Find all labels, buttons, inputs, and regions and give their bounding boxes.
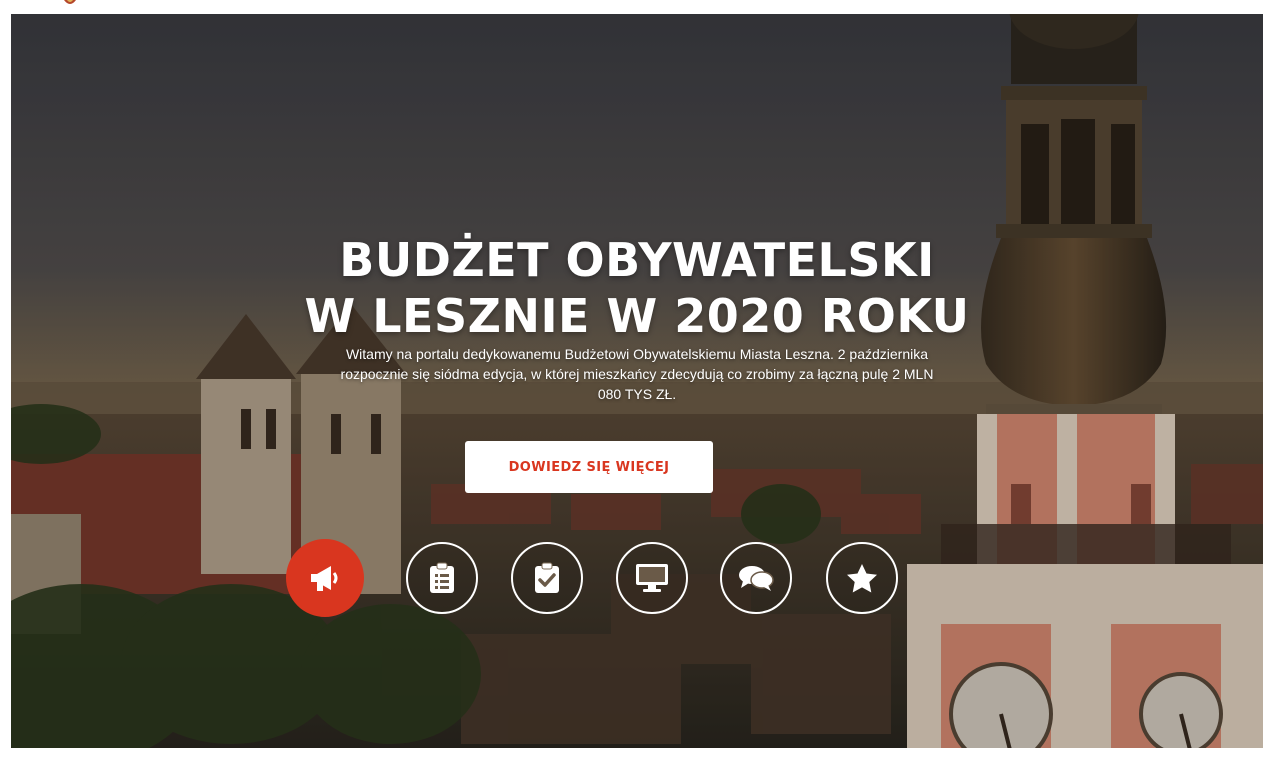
nav-button-projects-list[interactable]	[406, 542, 478, 614]
hero-content: BUDŻET OBYWATELSKI W LESZNIE W 2020 ROKU…	[11, 14, 1263, 748]
top-bar	[0, 0, 1263, 14]
star-icon	[847, 564, 877, 593]
intro-text: Witamy na portalu dedykowanemu Budżetowi…	[340, 346, 934, 402]
clipboard-list-icon	[430, 562, 454, 593]
nav-button-results[interactable]	[826, 542, 898, 614]
nav-button-online[interactable]	[616, 542, 688, 614]
city-crest-logo[interactable]	[62, 0, 78, 8]
feature-icon-row	[286, 539, 916, 618]
nav-button-voting[interactable]	[511, 542, 583, 614]
nav-button-announcements[interactable]	[286, 539, 364, 617]
monitor-icon	[636, 564, 668, 592]
chat-bubbles-icon	[739, 566, 774, 591]
title-line-1: BUDŻET OBYWATELSKI	[339, 233, 935, 287]
hero-section: BUDŻET OBYWATELSKI W LESZNIE W 2020 ROKU…	[11, 14, 1263, 748]
page-title: BUDŻET OBYWATELSKI W LESZNIE W 2020 ROKU	[187, 232, 1087, 344]
title-line-2: W LESZNIE W 2020 ROKU	[304, 289, 970, 343]
learn-more-button[interactable]: DOWIEDZ SIĘ WIĘCEJ	[465, 441, 713, 493]
clipboard-check-icon	[535, 562, 559, 593]
nav-button-consultations[interactable]	[720, 542, 792, 614]
megaphone-icon	[311, 566, 338, 591]
